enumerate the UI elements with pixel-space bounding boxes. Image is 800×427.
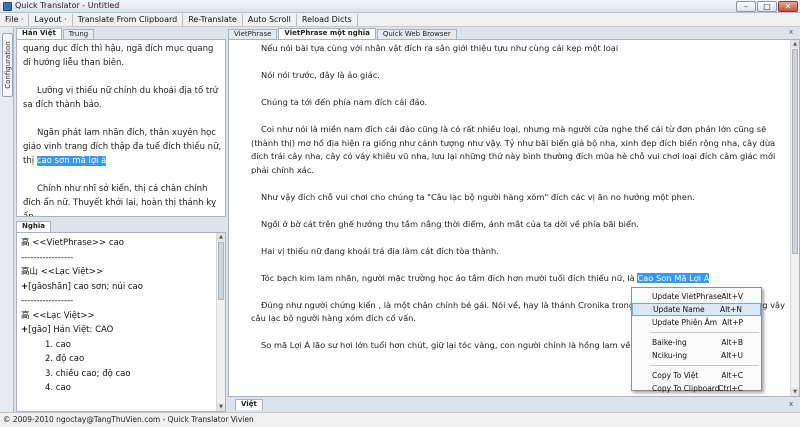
menu-item-label: Update VietPhrase (652, 292, 722, 301)
menu-item-shortcut: Alt+U (721, 351, 743, 360)
bottom-tab-row: Việt (235, 399, 264, 410)
configuration-tab[interactable]: Configuration (2, 33, 13, 97)
maximize-button[interactable]: □ (757, 1, 777, 12)
title-bar: Quick Translator - Untitled – □ ✕ (0, 0, 800, 13)
tab-viet[interactable]: Việt (235, 399, 263, 410)
source-panel: quang dục đích thì hậu, ngã đích mục qua… (16, 39, 226, 217)
context-menu: Update VietPhrase Alt+V Update Name Alt+N … (631, 287, 762, 393)
status-bar: © 2009-2010 ngoctay@TangThuVien.com - Qu… (0, 412, 800, 427)
menu-item-copy-to-viet[interactable]: Copy To Việt Alt+C (632, 369, 761, 382)
meaning-line: ----------------- (21, 296, 74, 306)
menu-item-baike-ing[interactable]: Baike-ing Alt+B (632, 336, 761, 349)
menu-item-label: Update Name (653, 305, 705, 314)
window-title: Quick Translator - Untitled (15, 1, 120, 10)
main-paragraph: Tóc bạch kim lam nhãn, người mặc trường … (251, 272, 791, 286)
main-paragraph: Coi như nói là miền nam đích cái đảo cũn… (251, 124, 776, 175)
meaning-text[interactable]: 高 <<VietPhrase>> cao ----------------- 高… (21, 236, 221, 396)
menu-item-label: Update Phiên Âm (652, 318, 718, 327)
source-paragraph: Chính như nhĩ sở kiến, thị cá chân chính… (23, 184, 217, 217)
side-strip: Configuration (0, 27, 14, 412)
menu-item-shortcut: Alt+V (721, 292, 743, 301)
meaning-line: 高 <<Lạc Việt>> (21, 310, 95, 321)
main-selection[interactable]: Cao Sơn Mã Lợi Á (637, 272, 710, 283)
menu-item-label: Copy To Clipboard (652, 384, 720, 393)
scroll-down-icon[interactable]: ▼ (217, 403, 225, 411)
app-icon (3, 2, 12, 11)
menu-item-copy-to-clipboard[interactable]: Copy To Clipboard Ctrl+C (632, 382, 761, 395)
tab-nghia[interactable]: Nghĩa (16, 221, 51, 232)
main-scrollbar[interactable]: ▲ ▼ (790, 40, 799, 396)
tab-vietphrase-mot-nghia[interactable]: VietPhrase một nghĩa (278, 28, 376, 39)
meaning-line: +[gāoshān] cao sơn; núi cao (21, 280, 221, 295)
meaning-line: 高 <<VietPhrase>> cao (21, 238, 124, 248)
source-tab-row: Hán Việt Trung (16, 28, 95, 39)
main-paragraph: Nếu nói bài tựa cùng với nhân vật đích r… (261, 43, 619, 53)
scroll-up-icon[interactable]: ▲ (217, 233, 225, 241)
scrollbar-thumb[interactable] (792, 49, 798, 254)
main-paragraph-text: Tóc bạch kim lam nhãn, người mặc trường … (261, 272, 638, 283)
meaning-line: ----------------- (21, 252, 74, 263)
close-tab-icon[interactable]: x (787, 28, 795, 37)
meaning-panel: 高 <<VietPhrase>> cao ----------------- 高… (16, 232, 226, 412)
meaning-line: 1. cao (45, 339, 71, 350)
menu-item-shortcut: Alt+B (721, 338, 743, 347)
menu-auto-scroll[interactable]: Auto Scroll (243, 13, 297, 26)
source-selection[interactable]: cao sơn mã lợi á (36, 156, 107, 166)
menu-translate-from-clipboard[interactable]: Translate From Clipboard (73, 13, 184, 26)
meaning-line-text: [gāo] Hán Việt: CAO (28, 325, 114, 335)
meaning-line: 3. chiều cao; độ cao (45, 368, 131, 379)
menu-separator (650, 365, 759, 366)
menu-re-translate[interactable]: Re-Translate (183, 13, 243, 26)
menu-file[interactable]: File · (0, 13, 30, 26)
tab-quick-web-browser[interactable]: Quick Web Browser (376, 29, 457, 39)
main-paragraph: Chúng ta tới đến phía nam đích cái đảo. (261, 97, 428, 107)
menu-separator (650, 332, 759, 333)
tab-trung[interactable]: Trung (62, 29, 95, 39)
menu-item-shortcut: Ctrl+C (718, 384, 743, 393)
source-text[interactable]: quang dục đích thì hậu, ngã đích mục qua… (23, 42, 223, 217)
meaning-line: 4. cao (45, 383, 71, 393)
meaning-scrollbar[interactable]: ▲ ▼ (216, 233, 225, 411)
source-paragraph: Lưỡng vị thiếu nữ chính du khoái địa tố … (23, 86, 219, 110)
source-paragraph: quang dục đích thì hậu, ngã đích mục qua… (23, 44, 214, 68)
scroll-down-icon[interactable]: ▼ (791, 388, 799, 396)
tab-vietphrase[interactable]: VietPhrase (228, 29, 278, 39)
main-paragraph: Nói nói trước, đây là ảo giác. (261, 70, 380, 80)
menu-item-update-name[interactable]: Update Name Alt+N (632, 303, 761, 316)
menu-item-shortcut: Alt+N (719, 305, 742, 314)
close-button[interactable]: ✕ (778, 1, 798, 12)
menu-item-update-vietphrase[interactable]: Update VietPhrase Alt+V (632, 290, 761, 303)
main-paragraph: Ngồi ở bờ cát trên ghế hưởng thụ tắm nắn… (261, 218, 639, 229)
menu-item-label: Baike-ing (652, 338, 687, 347)
menu-item-label: Copy To Việt (652, 371, 699, 380)
menu-item-label: Nciku-ing (652, 351, 687, 360)
scroll-up-icon[interactable]: ▲ (791, 40, 799, 48)
main-paragraph: Hai vị thiếu nữ đang khoái trá địa làm c… (261, 245, 499, 256)
configuration-tab-label: Configuration (4, 41, 12, 89)
main-paragraph: Như vậy đích chỗ vui chơi cho chúng ta "… (261, 191, 695, 202)
menu-bar: File · Layout · Translate From Clipboard… (0, 13, 800, 27)
close-tab-icon[interactable]: x (787, 400, 795, 409)
scrollbar-thumb[interactable] (218, 242, 224, 300)
source-paragraph: Ngãn phát lam nhãn đích, thân xuyên học … (23, 126, 223, 168)
meaning-line: 高山 <<Lạc Việt>> (21, 267, 104, 277)
tab-han-viet[interactable]: Hán Việt (16, 28, 62, 39)
meaning-tab-row: Nghĩa (16, 221, 52, 232)
meaning-line-text: [gāoshān] cao sơn; núi cao (28, 281, 143, 292)
menu-item-update-phien-am[interactable]: Update Phiên Âm Alt+P (632, 316, 761, 329)
meaning-line: 2. độ cao (45, 354, 85, 364)
menu-item-shortcut: Alt+C (721, 371, 743, 380)
menu-reload-dicts[interactable]: Reload Dicts (297, 13, 358, 26)
meaning-line: +[gāo] Hán Việt: CAO (21, 323, 221, 338)
minimize-button[interactable]: – (736, 1, 756, 12)
menu-layout[interactable]: Layout · (29, 13, 73, 26)
menu-item-shortcut: Alt+P (722, 318, 743, 327)
menu-item-nciku-ing[interactable]: Nciku-ing Alt+U (632, 349, 761, 362)
main-tab-row: VietPhrase VietPhrase một nghĩa Quick We… (228, 28, 458, 39)
